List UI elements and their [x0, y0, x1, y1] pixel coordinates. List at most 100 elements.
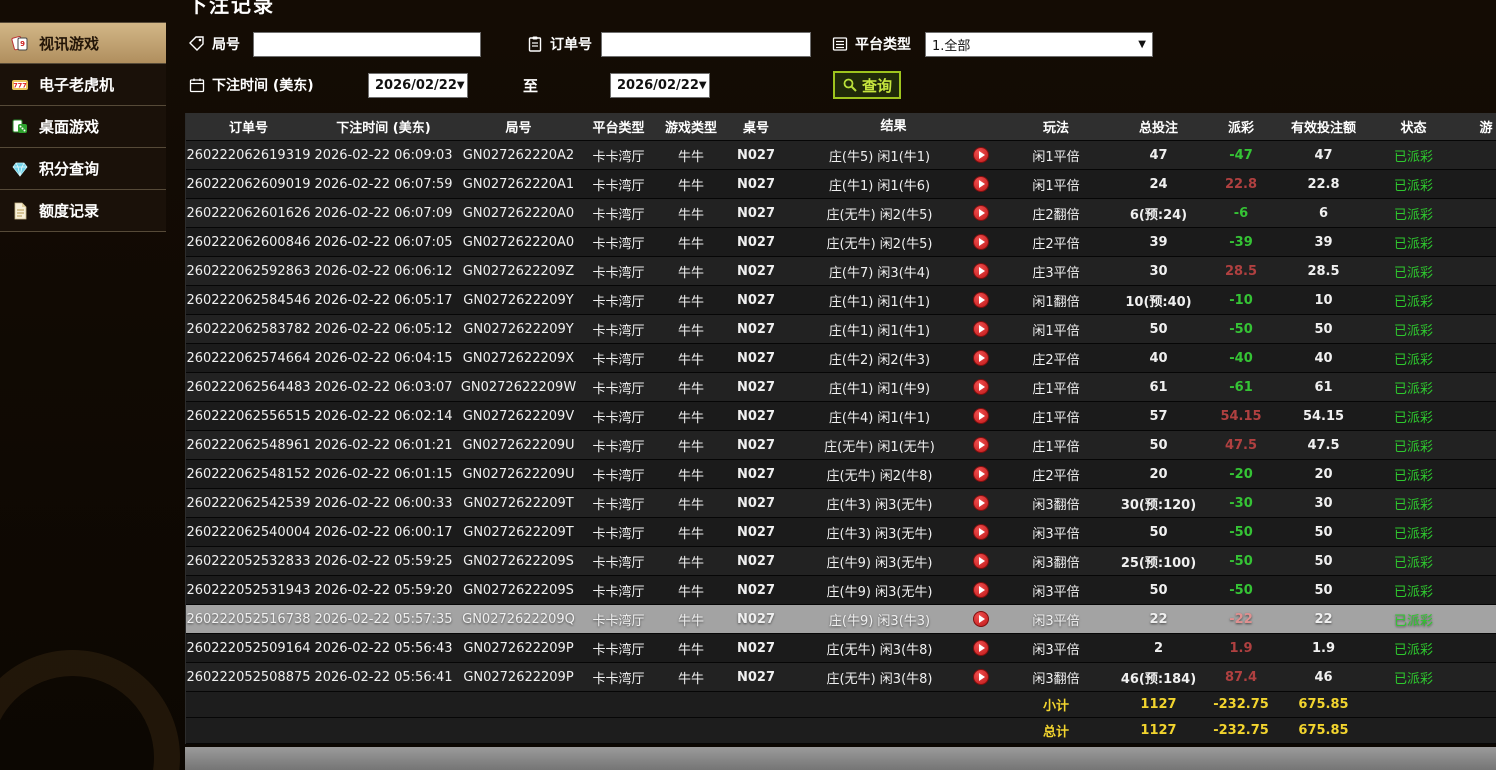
- cell-total-bet: 47: [1111, 148, 1206, 163]
- cell-table-number: N027: [726, 148, 786, 163]
- play-video-button[interactable]: [973, 408, 989, 424]
- play-video-button[interactable]: [973, 176, 989, 192]
- subtotal-payout: -232.75: [1206, 697, 1276, 712]
- play-video-button[interactable]: [973, 553, 989, 569]
- play-video-button[interactable]: [973, 466, 989, 482]
- play-video-button[interactable]: [973, 582, 989, 598]
- cell-result: 庄(无牛) 闲3(牛8): [786, 639, 1001, 658]
- play-video-button[interactable]: [973, 321, 989, 337]
- play-video-button[interactable]: [973, 495, 989, 511]
- cell-round-number: GN0272622209S: [456, 583, 581, 598]
- table-row[interactable]: 260222052531943 2026-02-22 05:59:20 GN02…: [186, 576, 1496, 605]
- table-row[interactable]: 260222062609019 2026-02-22 06:07:59 GN02…: [186, 170, 1496, 199]
- table-row[interactable]: 260222052516738 2026-02-22 05:57:35 GN02…: [186, 605, 1496, 634]
- cell-result: 庄(牛7) 闲3(牛4): [786, 262, 1001, 281]
- cell-valid-bet: 1.9: [1276, 641, 1371, 656]
- cell-payout: -6: [1206, 206, 1276, 221]
- play-video-button[interactable]: [973, 437, 989, 453]
- cell-order-number: 260222062601626: [186, 206, 311, 221]
- date-to-select[interactable]: 2026/02/22 ▼: [610, 73, 710, 98]
- sidebar-item-slot-machines[interactable]: 777 电子老虎机: [0, 64, 166, 106]
- table-row[interactable]: 260222062548152 2026-02-22 06:01:15 GN02…: [186, 460, 1496, 489]
- play-video-button[interactable]: [973, 292, 989, 308]
- cell-total-bet: 50: [1111, 322, 1206, 337]
- chevron-down-icon: ▼: [1138, 39, 1146, 50]
- cell-status: 已派彩: [1371, 523, 1456, 542]
- cell-game-type: 牛牛: [656, 146, 726, 165]
- cell-round-number: GN0272622209X: [456, 351, 581, 366]
- cell-result: 庄(牛9) 闲3(无牛): [786, 581, 1001, 600]
- cell-game-type: 牛牛: [656, 465, 726, 484]
- table-row[interactable]: 260222062583782 2026-02-22 06:05:12 GN02…: [186, 315, 1496, 344]
- sidebar-item-label: 桌面游戏: [39, 116, 99, 137]
- play-video-button[interactable]: [973, 263, 989, 279]
- table-row[interactable]: 260222062556515 2026-02-22 06:02:14 GN02…: [186, 402, 1496, 431]
- header-round-number: 局号: [456, 117, 581, 136]
- cell-play-type: 庄2平倍: [1001, 349, 1111, 368]
- gem-icon: [10, 159, 30, 179]
- round-number-input[interactable]: [253, 32, 481, 57]
- cell-play-type: 庄1平倍: [1001, 436, 1111, 455]
- table-row[interactable]: 260222062600846 2026-02-22 06:07:05 GN02…: [186, 228, 1496, 257]
- cell-order-number: 260222062609019: [186, 177, 311, 192]
- cell-play-type: 闲1平倍: [1001, 320, 1111, 339]
- play-video-button[interactable]: [973, 669, 989, 685]
- cell-result: 庄(无牛) 闲2(牛8): [786, 465, 1001, 484]
- sidebar-item-quota-records[interactable]: 额度记录: [0, 190, 166, 232]
- table-row[interactable]: 260222052509164 2026-02-22 05:56:43 GN02…: [186, 634, 1496, 663]
- platform-type-select[interactable]: 1.全部 ▼: [925, 32, 1153, 57]
- cell-game-type: 牛牛: [656, 639, 726, 658]
- cell-status: 已派彩: [1371, 436, 1456, 455]
- table-row[interactable]: 260222062540004 2026-02-22 06:00:17 GN02…: [186, 518, 1496, 547]
- table-row[interactable]: 260222062574664 2026-02-22 06:04:15 GN02…: [186, 344, 1496, 373]
- chevron-down-icon: ▼: [457, 80, 465, 91]
- subtotal-valid-bet: 675.85: [1276, 697, 1371, 712]
- play-video-button[interactable]: [973, 611, 989, 627]
- play-video-button[interactable]: [973, 524, 989, 540]
- query-button[interactable]: 查询: [833, 71, 901, 99]
- cell-game-type: 牛牛: [656, 233, 726, 252]
- platform-type-filter-label: 平台类型: [831, 31, 911, 57]
- table-row[interactable]: 260222062542539 2026-02-22 06:00:33 GN02…: [186, 489, 1496, 518]
- table-row[interactable]: 260222062564483 2026-02-22 06:03:07 GN02…: [186, 373, 1496, 402]
- cell-total-bet: 40: [1111, 351, 1206, 366]
- play-video-button[interactable]: [973, 350, 989, 366]
- cell-bet-time: 2026-02-22 05:59:25: [311, 554, 456, 569]
- table-row[interactable]: 260222062548961 2026-02-22 06:01:21 GN02…: [186, 431, 1496, 460]
- table-row[interactable]: 260222062601626 2026-02-22 06:07:09 GN02…: [186, 199, 1496, 228]
- table-row[interactable]: 260222052532833 2026-02-22 05:59:25 GN02…: [186, 547, 1496, 576]
- cell-payout: -10: [1206, 293, 1276, 308]
- cell-bet-time: 2026-02-22 06:04:15: [311, 351, 456, 366]
- play-icon: [979, 615, 985, 623]
- betting-records-table: 订单号 下注时间 (美东) 局号 平台类型 游戏类型 桌号 结果 玩法 总投注 …: [185, 113, 1496, 744]
- play-video-button[interactable]: [973, 234, 989, 250]
- sidebar: 9 视讯游戏 777 电子老虎机 桌面游戏: [0, 22, 166, 232]
- table-row[interactable]: 260222052508875 2026-02-22 05:56:41 GN02…: [186, 663, 1496, 692]
- cell-platform-type: 卡卡湾厅: [581, 465, 656, 484]
- cell-platform-type: 卡卡湾厅: [581, 610, 656, 629]
- play-video-button[interactable]: [973, 379, 989, 395]
- cell-platform-type: 卡卡湾厅: [581, 552, 656, 571]
- cell-valid-bet: 54.15: [1276, 409, 1371, 424]
- cell-play-type: 庄1平倍: [1001, 378, 1111, 397]
- table-row[interactable]: 260222062619319 2026-02-22 06:09:03 GN02…: [186, 141, 1496, 170]
- cell-game-type: 牛牛: [656, 320, 726, 339]
- cell-platform-type: 卡卡湾厅: [581, 494, 656, 513]
- cell-status: 已派彩: [1371, 465, 1456, 484]
- cell-payout: -20: [1206, 467, 1276, 482]
- date-from-select[interactable]: 2026/02/22 ▼: [368, 73, 468, 98]
- table-row[interactable]: 260222062584546 2026-02-22 06:05:17 GN02…: [186, 286, 1496, 315]
- sidebar-item-video-games[interactable]: 9 视讯游戏: [0, 22, 166, 64]
- sidebar-item-points-query[interactable]: 积分查询: [0, 148, 166, 190]
- cell-result: 庄(牛9) 闲3(牛3): [786, 610, 1001, 629]
- table-row[interactable]: 260222062592863 2026-02-22 06:06:12 GN02…: [186, 257, 1496, 286]
- order-number-icon: [526, 35, 544, 53]
- play-video-button[interactable]: [973, 147, 989, 163]
- play-icon: [979, 644, 985, 652]
- play-video-button[interactable]: [973, 205, 989, 221]
- sidebar-item-table-games[interactable]: 桌面游戏: [0, 106, 166, 148]
- cell-bet-time: 2026-02-22 06:07:05: [311, 235, 456, 250]
- order-number-input[interactable]: [601, 32, 811, 57]
- horizontal-scrollbar[interactable]: [185, 747, 1496, 770]
- play-video-button[interactable]: [973, 640, 989, 656]
